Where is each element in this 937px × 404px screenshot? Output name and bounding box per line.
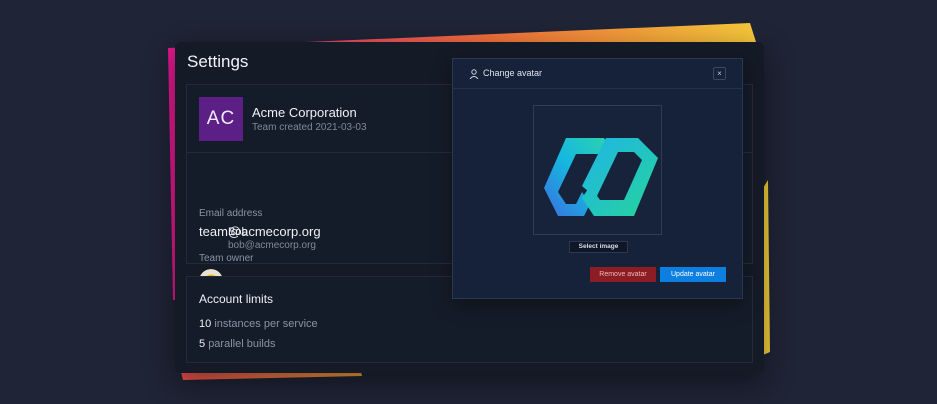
team-name: Acme Corporation	[252, 105, 357, 120]
page-title: Settings	[187, 52, 249, 71]
user-icon	[469, 69, 479, 79]
team-email: team@acmecorp.org	[199, 224, 321, 239]
modal-header: Change avatar ×	[453, 59, 742, 89]
builds-text: parallel builds	[208, 338, 276, 350]
team-avatar[interactable]: AC	[199, 97, 243, 141]
builds-count: 5	[199, 338, 206, 350]
owner-label: Team owner	[199, 253, 254, 264]
close-icon[interactable]: ×	[713, 67, 726, 80]
modal-title: Change avatar	[483, 68, 543, 78]
instances-text: instances per service	[214, 318, 318, 330]
instances-count: 10	[199, 318, 212, 330]
select-image-button[interactable]: Select image	[569, 241, 628, 253]
owner-email: bob@acmecorp.org	[228, 240, 316, 251]
owner-name: Bob	[228, 226, 248, 238]
avatar-preview	[533, 105, 662, 235]
remove-avatar-button[interactable]: Remove avatar	[590, 267, 656, 282]
team-created-date: Team created 2021-03-03	[252, 122, 367, 133]
limit-builds: 5 parallel builds	[199, 338, 275, 350]
update-avatar-button[interactable]: Update avatar	[660, 267, 726, 282]
logo-n-icon	[544, 138, 658, 216]
change-avatar-modal: Change avatar × Select image Remove avat…	[452, 58, 743, 299]
email-label: Email address	[199, 208, 263, 219]
limit-instances: 10 instances per service	[199, 318, 318, 330]
limits-title: Account limits	[199, 292, 274, 306]
